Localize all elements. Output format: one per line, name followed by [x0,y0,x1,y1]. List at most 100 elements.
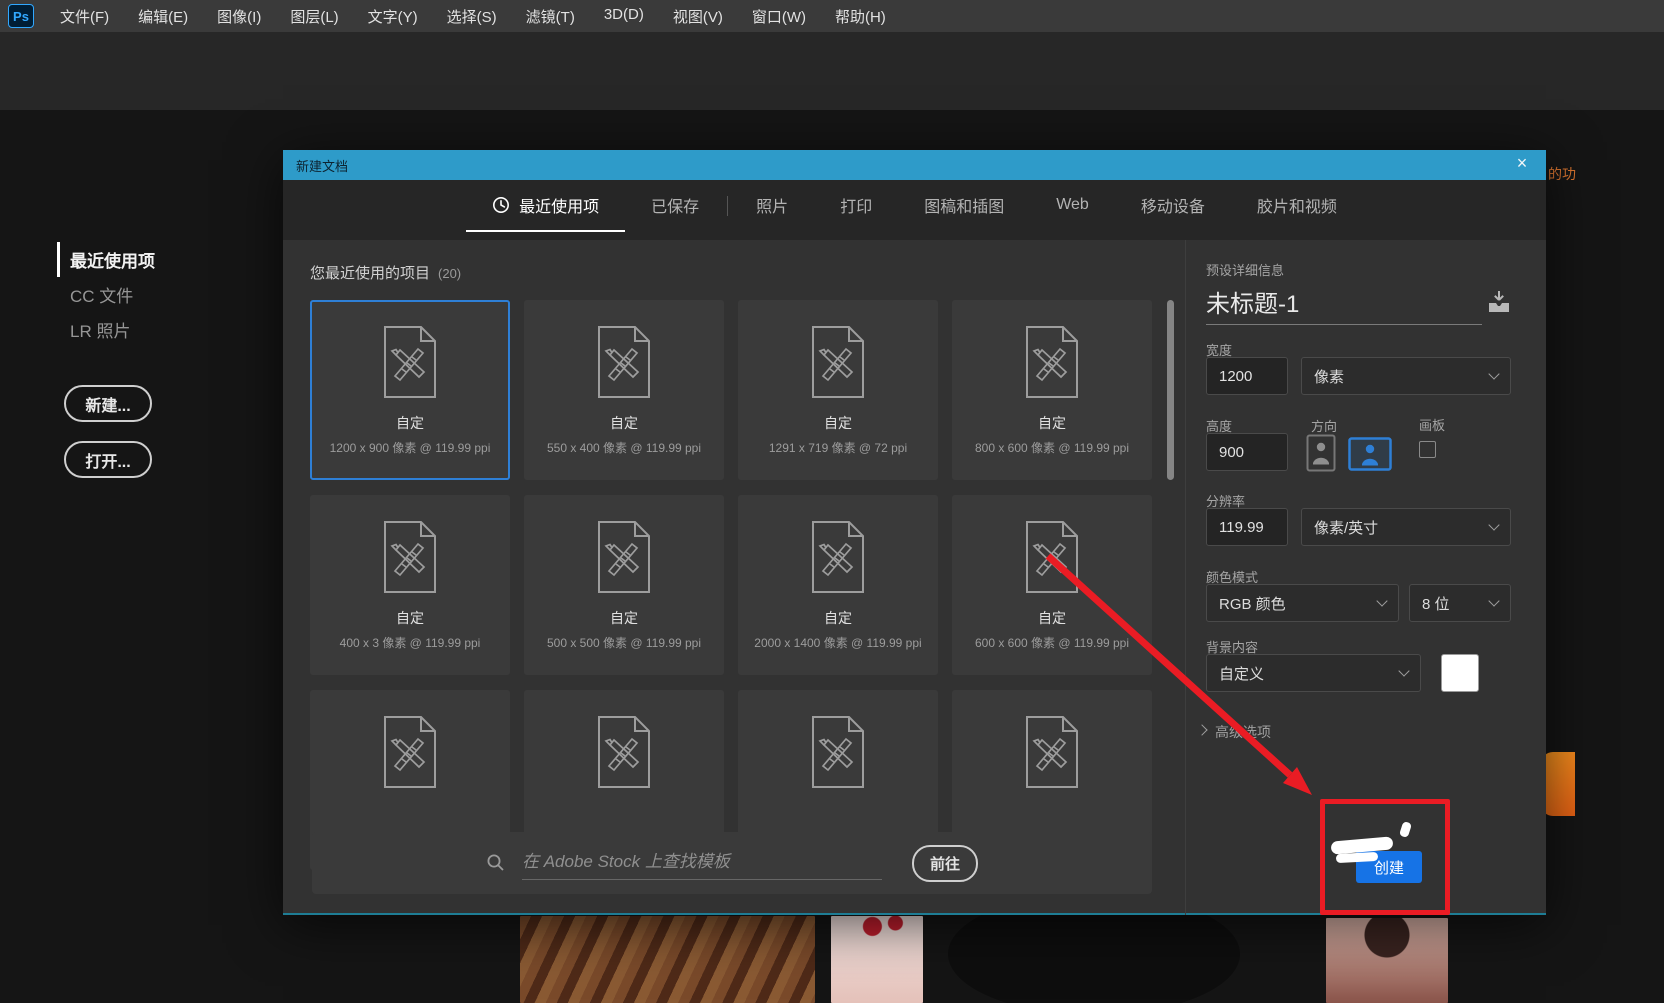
card-name: 自定 [1038,608,1066,628]
orientation-landscape-icon[interactable] [1348,437,1392,471]
dialog-tab[interactable]: 图稿和插图 [898,180,1030,232]
grid-scrollbar[interactable] [1167,300,1174,480]
tab-label: Web [1056,196,1089,214]
create-button[interactable]: 创建 [1356,851,1422,883]
recent-card[interactable]: 自定550 x 400 像素 @ 119.99 ppi [524,300,724,480]
background-select[interactable]: 自定义 [1206,654,1421,692]
color-mode-value: RGB 颜色 [1219,593,1286,614]
menu-item[interactable]: 图层(L) [290,6,338,27]
recent-card[interactable]: 自定1291 x 719 像素 @ 72 ppi [738,300,938,480]
recent-title-text: 您最近使用的项目 [310,265,430,282]
background-color-swatch[interactable] [1441,654,1479,692]
sidebar-item[interactable]: LR 照片 [57,312,155,347]
dialog-tab[interactable]: 胶片和视频 [1231,180,1363,232]
recent-card[interactable]: 自定 600 x 600 像素 @ 119.99 ppi [952,495,1152,675]
recent-file-thumbnail[interactable] [1326,918,1448,1003]
document-icon [378,324,442,400]
chevron-down-icon [1488,519,1499,530]
chevron-down-icon [1376,595,1387,606]
preset-panel: 预设详细信息 未标题-1 宽度 像素 高度 方向 画板 [1185,240,1546,915]
menu-item[interactable]: 视图(V) [673,6,723,27]
dialog-title-bar[interactable]: 新建文档 × [283,150,1546,180]
sidebar-item[interactable]: 最近使用项 [57,242,155,277]
sidebar-item[interactable]: CC 文件 [57,277,155,312]
orientation-label: 方向 [1311,416,1337,435]
document-icon [378,714,442,790]
tab-label: 已保存 [651,193,699,217]
resolution-unit-select[interactable]: 像素/英寸 [1301,508,1511,546]
go-button[interactable]: 前往 [912,845,978,882]
dialog-tab[interactable]: 已保存 [625,180,725,232]
menu-item[interactable]: 文字(Y) [368,6,418,27]
tab-label: 打印 [840,193,872,217]
recent-file-thumbnail[interactable] [831,916,923,1003]
clipped-orange-sticker [1541,752,1575,816]
height-input[interactable] [1206,433,1288,471]
new-document-dialog: 新建文档 × 最近使用项 已保存 照片 打印 图稿和插图 Web 移动设备 胶片和视频 您最近… [283,150,1546,915]
menu-item[interactable]: 图像(I) [217,6,261,27]
document-title-input[interactable]: 未标题-1 [1206,284,1299,319]
open-file-button[interactable]: 打开... [64,441,152,478]
preset-details-label: 预设详细信息 [1206,260,1284,279]
recent-card[interactable]: 自定500 x 500 像素 @ 119.99 ppi [524,495,724,675]
menu-item[interactable]: 窗口(W) [752,6,806,27]
save-preset-icon[interactable] [1486,290,1512,314]
document-icon [378,519,442,595]
width-input[interactable] [1206,357,1288,395]
recent-card[interactable]: 自定 2000 x 1400 像素 @ 119.99 ppi [738,495,938,675]
menu-item[interactable]: 编辑(E) [138,6,188,27]
clipped-watermark-text: 的功 [1548,164,1576,184]
recent-file-thumbnail[interactable] [288,930,478,1003]
recent-card[interactable]: 自定800 x 600 像素 @ 119.99 ppi [952,300,1152,480]
card-dimensions: 550 x 400 像素 @ 119.99 ppi [547,439,701,456]
tab-label: 图稿和插图 [924,193,1004,217]
menu-item[interactable]: 帮助(H) [835,6,886,27]
artboard-checkbox[interactable] [1419,441,1436,458]
dialog-title: 新建文档 [296,156,348,175]
bit-depth-select[interactable]: 8 位 [1409,584,1511,622]
stock-search-bar: 在 Adobe Stock 上查找模板 前往 [312,832,1152,894]
document-icon [592,519,656,595]
stock-search-input[interactable]: 在 Adobe Stock 上查找模板 [522,847,882,880]
card-dimensions: 600 x 600 像素 @ 119.99 ppi [975,634,1129,651]
recent-card[interactable]: 自定1200 x 900 像素 @ 119.99 ppi [310,300,510,480]
document-icon [1020,519,1084,595]
document-icon [1020,714,1084,790]
dialog-tab[interactable]: 最近使用项 [466,180,625,232]
menu-item[interactable]: 文件(F) [60,6,109,27]
advanced-options-toggle[interactable]: 高级选项 [1198,722,1271,742]
menu-items: 文件(F) 编辑(E) 图像(I) 图层(L) 文字(Y) 选择(S) 滤镜(T) 3D(D)… [60,6,886,27]
card-name: 自定 [824,413,852,433]
tab-label: 最近使用项 [519,193,599,217]
orientation-portrait-icon[interactable] [1306,434,1336,472]
width-unit-select[interactable]: 像素 [1301,357,1511,395]
chevron-down-icon [1488,595,1499,606]
recent-card[interactable]: 自定400 x 3 像素 @ 119.99 ppi [310,495,510,675]
document-icon [592,324,656,400]
dialog-tab[interactable]: 移动设备 [1115,180,1231,232]
dialog-tab[interactable]: 照片 [730,180,814,232]
advanced-options-label: 高级选项 [1215,722,1271,742]
photoshop-logo-icon: Ps [8,4,34,28]
new-file-button[interactable]: 新建... [64,385,152,422]
document-icon [592,714,656,790]
card-dimensions: 800 x 600 像素 @ 119.99 ppi [975,439,1129,456]
width-unit-value: 像素 [1314,366,1344,387]
card-name: 自定 [824,608,852,628]
card-name: 自定 [396,413,424,433]
color-mode-select[interactable]: RGB 颜色 [1206,584,1399,622]
close-icon[interactable]: × [1510,153,1534,177]
menu-item[interactable]: 3D(D) [604,6,644,27]
dialog-tab[interactable]: Web [1030,180,1115,232]
chevron-down-icon [1488,368,1499,379]
dialog-tab[interactable]: 打印 [814,180,898,232]
dialog-tab-bar: 最近使用项 已保存 照片 打印 图稿和插图 Web 移动设备 胶片和视频 [283,180,1546,240]
resolution-input[interactable] [1206,508,1288,546]
menu-item[interactable]: 选择(S) [447,6,497,27]
chevron-right-icon [1196,724,1207,735]
tab-label: 移动设备 [1141,193,1205,217]
recent-file-thumbnail[interactable] [520,916,815,1003]
card-dimensions: 2000 x 1400 像素 @ 119.99 ppi [754,634,921,651]
background-value: 自定义 [1219,663,1264,684]
menu-item[interactable]: 滤镜(T) [526,6,575,27]
